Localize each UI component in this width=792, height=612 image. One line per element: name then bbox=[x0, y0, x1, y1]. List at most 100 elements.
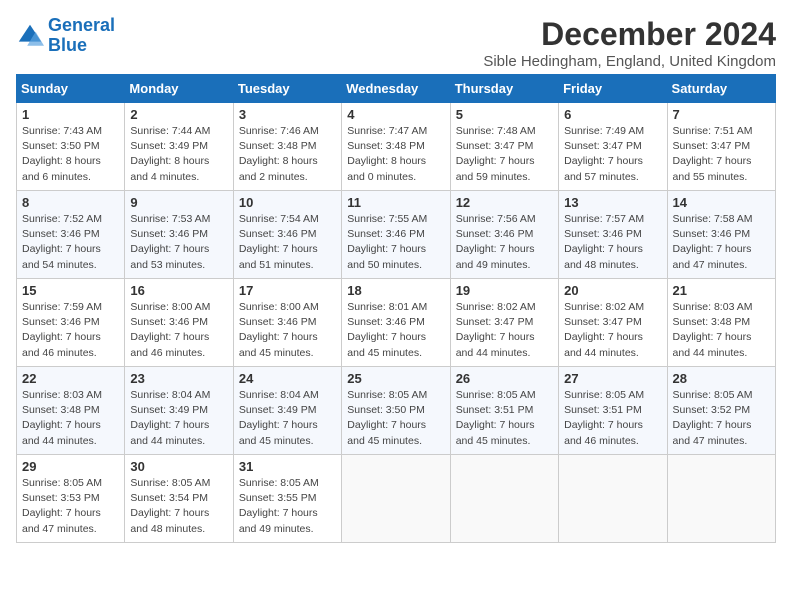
calendar-cell: 14Sunrise: 7:58 AM Sunset: 3:46 PM Dayli… bbox=[667, 191, 775, 279]
day-info: Sunrise: 8:05 AM Sunset: 3:51 PM Dayligh… bbox=[456, 388, 553, 449]
day-number: 27 bbox=[564, 371, 661, 386]
day-info: Sunrise: 8:05 AM Sunset: 3:55 PM Dayligh… bbox=[239, 476, 336, 537]
location-subtitle: Sible Hedingham, England, United Kingdom bbox=[483, 53, 776, 70]
day-info: Sunrise: 7:44 AM Sunset: 3:49 PM Dayligh… bbox=[130, 124, 227, 185]
day-number: 25 bbox=[347, 371, 444, 386]
calendar-cell bbox=[450, 455, 558, 543]
day-info: Sunrise: 7:59 AM Sunset: 3:46 PM Dayligh… bbox=[22, 300, 119, 361]
day-number: 20 bbox=[564, 283, 661, 298]
day-info: Sunrise: 8:02 AM Sunset: 3:47 PM Dayligh… bbox=[456, 300, 553, 361]
day-info: Sunrise: 7:51 AM Sunset: 3:47 PM Dayligh… bbox=[673, 124, 770, 185]
calendar-cell: 29 Sunrise: 8:05 AM Sunset: 3:53 PM Dayli… bbox=[17, 455, 125, 543]
calendar-cell: 25 Sunrise: 8:05 AM Sunset: 3:50 PM Dayli… bbox=[342, 367, 450, 455]
calendar-header-row: SundayMondayTuesdayWednesdayThursdayFrid… bbox=[17, 75, 776, 103]
day-info: Sunrise: 7:46 AM Sunset: 3:48 PM Dayligh… bbox=[239, 124, 336, 185]
day-number: 15 bbox=[22, 283, 119, 298]
day-number: 24 bbox=[239, 371, 336, 386]
day-number: 23 bbox=[130, 371, 227, 386]
day-number: 21 bbox=[673, 283, 770, 298]
day-info: Sunrise: 8:05 AM Sunset: 3:52 PM Dayligh… bbox=[673, 388, 770, 449]
calendar-cell: 12 Sunrise: 7:56 AM Sunset: 3:46 PM Dayli… bbox=[450, 191, 558, 279]
calendar-cell: 21 Sunrise: 8:03 AM Sunset: 3:48 PM Dayli… bbox=[667, 279, 775, 367]
calendar-cell: 10 Sunrise: 7:54 AM Sunset: 3:46 PM Dayli… bbox=[233, 191, 341, 279]
day-info: Sunrise: 7:53 AM Sunset: 3:46 PM Dayligh… bbox=[130, 212, 227, 273]
day-number: 10 bbox=[239, 195, 336, 210]
day-info: Sunrise: 8:00 AM Sunset: 3:46 PM Dayligh… bbox=[130, 300, 227, 361]
title-block: December 2024 Sible Hedingham, England, … bbox=[483, 16, 776, 70]
day-number: 18 bbox=[347, 283, 444, 298]
day-info: Sunrise: 8:04 AM Sunset: 3:49 PM Dayligh… bbox=[130, 388, 227, 449]
calendar-cell: 9 Sunrise: 7:53 AM Sunset: 3:46 PM Daylig… bbox=[125, 191, 233, 279]
calendar-week-row: 22 Sunrise: 8:03 AM Sunset: 3:48 PM Dayli… bbox=[17, 367, 776, 455]
day-header-sunday: Sunday bbox=[17, 75, 125, 103]
calendar-cell: 2Sunrise: 7:44 AM Sunset: 3:49 PM Daylig… bbox=[125, 103, 233, 191]
day-info: Sunrise: 8:05 AM Sunset: 3:50 PM Dayligh… bbox=[347, 388, 444, 449]
day-number: 12 bbox=[456, 195, 553, 210]
day-number: 4 bbox=[347, 107, 444, 122]
calendar-cell: 3 Sunrise: 7:46 AM Sunset: 3:48 PM Daylig… bbox=[233, 103, 341, 191]
month-title: December 2024 bbox=[483, 16, 776, 53]
day-header-friday: Friday bbox=[559, 75, 667, 103]
calendar-cell bbox=[559, 455, 667, 543]
day-info: Sunrise: 7:43 AM Sunset: 3:50 PM Dayligh… bbox=[22, 124, 119, 185]
day-info: Sunrise: 7:54 AM Sunset: 3:46 PM Dayligh… bbox=[239, 212, 336, 273]
calendar-week-row: 15 Sunrise: 7:59 AM Sunset: 3:46 PM Dayli… bbox=[17, 279, 776, 367]
calendar-cell: 6Sunrise: 7:49 AM Sunset: 3:47 PM Daylig… bbox=[559, 103, 667, 191]
day-info: Sunrise: 8:03 AM Sunset: 3:48 PM Dayligh… bbox=[673, 300, 770, 361]
day-number: 19 bbox=[456, 283, 553, 298]
calendar-cell bbox=[667, 455, 775, 543]
day-info: Sunrise: 8:05 AM Sunset: 3:53 PM Dayligh… bbox=[22, 476, 119, 537]
calendar-cell: 26Sunrise: 8:05 AM Sunset: 3:51 PM Dayli… bbox=[450, 367, 558, 455]
logo: General Blue bbox=[16, 16, 115, 56]
day-number: 29 bbox=[22, 459, 119, 474]
day-number: 22 bbox=[22, 371, 119, 386]
day-number: 17 bbox=[239, 283, 336, 298]
calendar-cell: 20 Sunrise: 8:02 AM Sunset: 3:47 PM Dayli… bbox=[559, 279, 667, 367]
calendar-cell: 7Sunrise: 7:51 AM Sunset: 3:47 PM Daylig… bbox=[667, 103, 775, 191]
day-number: 9 bbox=[130, 195, 227, 210]
day-number: 11 bbox=[347, 195, 444, 210]
logo-text: General Blue bbox=[48, 16, 115, 56]
day-info: Sunrise: 7:49 AM Sunset: 3:47 PM Dayligh… bbox=[564, 124, 661, 185]
day-number: 30 bbox=[130, 459, 227, 474]
calendar-cell: 15 Sunrise: 7:59 AM Sunset: 3:46 PM Dayli… bbox=[17, 279, 125, 367]
calendar-week-row: 29 Sunrise: 8:05 AM Sunset: 3:53 PM Dayli… bbox=[17, 455, 776, 543]
calendar-week-row: 8 Sunrise: 7:52 AM Sunset: 3:46 PM Daylig… bbox=[17, 191, 776, 279]
day-info: Sunrise: 7:48 AM Sunset: 3:47 PM Dayligh… bbox=[456, 124, 553, 185]
calendar-cell: 31Sunrise: 8:05 AM Sunset: 3:55 PM Dayli… bbox=[233, 455, 341, 543]
day-number: 3 bbox=[239, 107, 336, 122]
calendar-cell: 4Sunrise: 7:47 AM Sunset: 3:48 PM Daylig… bbox=[342, 103, 450, 191]
calendar-cell: 16 Sunrise: 8:00 AM Sunset: 3:46 PM Dayli… bbox=[125, 279, 233, 367]
calendar-cell: 17 Sunrise: 8:00 AM Sunset: 3:46 PM Dayli… bbox=[233, 279, 341, 367]
day-number: 8 bbox=[22, 195, 119, 210]
day-info: Sunrise: 8:01 AM Sunset: 3:46 PM Dayligh… bbox=[347, 300, 444, 361]
calendar-cell: 18 Sunrise: 8:01 AM Sunset: 3:46 PM Dayli… bbox=[342, 279, 450, 367]
day-info: Sunrise: 7:57 AM Sunset: 3:46 PM Dayligh… bbox=[564, 212, 661, 273]
calendar-cell: 27Sunrise: 8:05 AM Sunset: 3:51 PM Dayli… bbox=[559, 367, 667, 455]
day-info: Sunrise: 8:00 AM Sunset: 3:46 PM Dayligh… bbox=[239, 300, 336, 361]
day-number: 28 bbox=[673, 371, 770, 386]
day-info: Sunrise: 8:02 AM Sunset: 3:47 PM Dayligh… bbox=[564, 300, 661, 361]
calendar-cell: 8 Sunrise: 7:52 AM Sunset: 3:46 PM Daylig… bbox=[17, 191, 125, 279]
calendar-cell: 22 Sunrise: 8:03 AM Sunset: 3:48 PM Dayli… bbox=[17, 367, 125, 455]
page-header: General Blue December 2024 Sible Hedingh… bbox=[16, 16, 776, 70]
logo-icon bbox=[16, 22, 44, 50]
calendar-cell: 19 Sunrise: 8:02 AM Sunset: 3:47 PM Dayli… bbox=[450, 279, 558, 367]
day-info: Sunrise: 7:58 AM Sunset: 3:46 PM Dayligh… bbox=[673, 212, 770, 273]
day-number: 16 bbox=[130, 283, 227, 298]
day-header-monday: Monday bbox=[125, 75, 233, 103]
day-info: Sunrise: 7:56 AM Sunset: 3:46 PM Dayligh… bbox=[456, 212, 553, 273]
calendar-cell: 24 Sunrise: 8:04 AM Sunset: 3:49 PM Dayli… bbox=[233, 367, 341, 455]
calendar-cell: 5 Sunrise: 7:48 AM Sunset: 3:47 PM Daylig… bbox=[450, 103, 558, 191]
day-header-thursday: Thursday bbox=[450, 75, 558, 103]
day-header-saturday: Saturday bbox=[667, 75, 775, 103]
day-info: Sunrise: 7:55 AM Sunset: 3:46 PM Dayligh… bbox=[347, 212, 444, 273]
calendar-cell bbox=[342, 455, 450, 543]
calendar-cell: 23 Sunrise: 8:04 AM Sunset: 3:49 PM Dayli… bbox=[125, 367, 233, 455]
day-number: 13 bbox=[564, 195, 661, 210]
day-info: Sunrise: 8:03 AM Sunset: 3:48 PM Dayligh… bbox=[22, 388, 119, 449]
calendar-cell: 1Sunrise: 7:43 AM Sunset: 3:50 PM Daylig… bbox=[17, 103, 125, 191]
day-info: Sunrise: 8:04 AM Sunset: 3:49 PM Dayligh… bbox=[239, 388, 336, 449]
day-info: Sunrise: 7:52 AM Sunset: 3:46 PM Dayligh… bbox=[22, 212, 119, 273]
day-number: 5 bbox=[456, 107, 553, 122]
